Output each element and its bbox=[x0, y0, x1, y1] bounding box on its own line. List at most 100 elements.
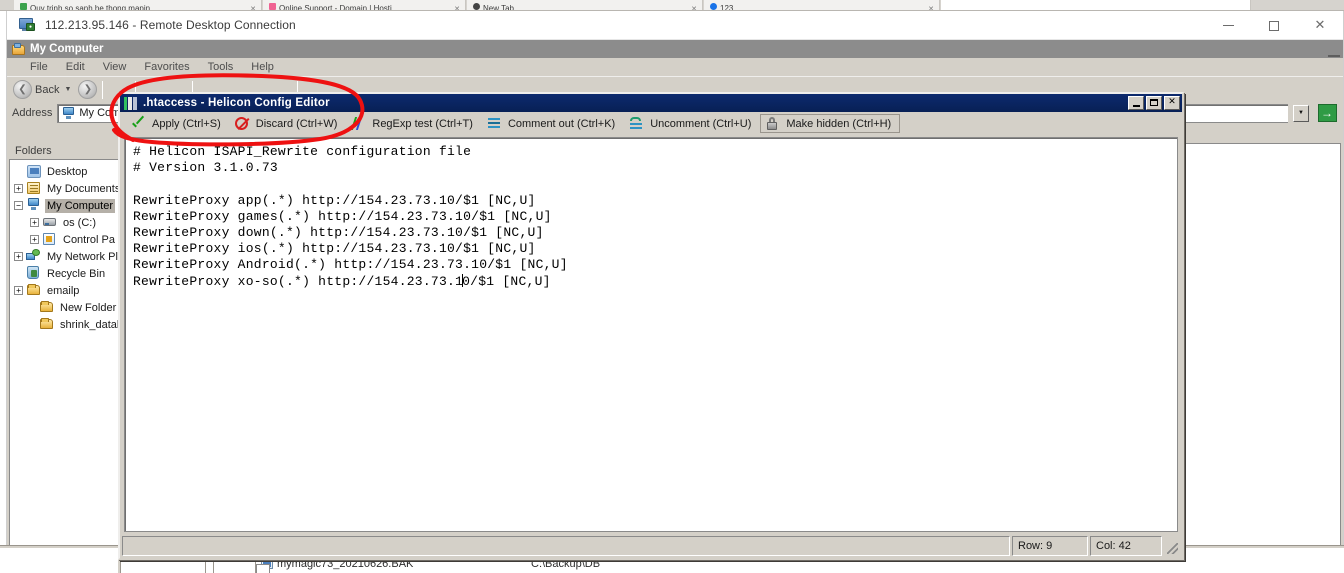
my-computer-icon bbox=[12, 42, 26, 56]
my-computer-icon bbox=[26, 198, 42, 213]
helicon-statusbar: Row: 9 Col: 42 bbox=[122, 536, 1180, 556]
code-line: RewriteProxy app(.*) http://154.23.73.10… bbox=[133, 192, 536, 208]
recycle-bin-icon bbox=[26, 266, 42, 281]
code-text-after-caret: 0/$1 [NC,U] bbox=[462, 273, 551, 289]
folder-icon bbox=[39, 317, 55, 332]
minimize-icon bbox=[1222, 25, 1234, 26]
browser-tab-2[interactable]: New Tab ✕ bbox=[467, 0, 703, 10]
browser-tab-label: Quy trinh so sanh he thong mapin bbox=[30, 4, 151, 11]
regexp-icon bbox=[350, 116, 366, 131]
browser-tab-3[interactable]: 123 ✕ bbox=[704, 0, 940, 11]
menu-item-view[interactable]: View bbox=[94, 60, 136, 74]
tree-item-desktop[interactable]: Desktop bbox=[10, 163, 135, 180]
tree-item-new-folder[interactable]: New Folder bbox=[10, 299, 135, 316]
comment-out-button-label: Comment out (Ctrl+K) bbox=[507, 117, 616, 130]
rdp-maximize-button[interactable] bbox=[1251, 11, 1297, 40]
tree-item-emailp[interactable]: + emailp bbox=[10, 282, 135, 299]
close-icon: ✕ bbox=[1168, 97, 1176, 107]
explorer-menubar: File Edit View Favorites Tools Help bbox=[7, 58, 1343, 76]
menu-item-edit[interactable]: Edit bbox=[57, 60, 94, 74]
helicon-maximize-button[interactable] bbox=[1146, 96, 1162, 110]
remote-desktop-icon: ● bbox=[19, 17, 36, 33]
tree-item-os-c[interactable]: + os (C:) bbox=[10, 214, 135, 231]
browser-tab-0[interactable]: Quy trinh so sanh he thong mapin ✕ bbox=[14, 0, 262, 11]
browser-tab-1[interactable]: Online Support - Domain | Hosti ✕ bbox=[263, 0, 466, 10]
code-line-with-caret: RewriteProxy xo-so(.*) http://154.23.73.… bbox=[133, 273, 1177, 290]
maximize-icon bbox=[1150, 99, 1158, 106]
code-editor[interactable]: # Helicon ISAPI_Rewrite configuration fi… bbox=[124, 137, 1178, 532]
browser-tab-4[interactable] bbox=[941, 0, 1251, 10]
helicon-titlebar[interactable]: .htaccess - Helicon Config Editor ✕ bbox=[120, 94, 1182, 112]
comment-out-button[interactable]: Comment out (Ctrl+K) bbox=[482, 114, 624, 133]
expander-plus-icon[interactable]: + bbox=[14, 286, 23, 295]
comment-out-icon bbox=[486, 116, 502, 131]
browser-tab-label: 123 bbox=[720, 4, 734, 11]
folder-icon bbox=[39, 300, 55, 315]
tree-item-recycle-bin[interactable]: Recycle Bin bbox=[10, 265, 135, 282]
address-label: Address bbox=[12, 107, 53, 119]
regexp-test-button[interactable]: RegExp test (Ctrl+T) bbox=[346, 114, 482, 133]
resize-grip[interactable] bbox=[1164, 536, 1180, 556]
favicon-icon bbox=[20, 3, 27, 10]
make-hidden-button[interactable]: Make hidden (Ctrl+H) bbox=[760, 114, 901, 133]
drive-icon bbox=[42, 215, 58, 230]
discard-button[interactable]: Discard (Ctrl+W) bbox=[230, 114, 347, 133]
tree-item-control-panel[interactable]: + Control Pa bbox=[10, 231, 135, 248]
apply-button[interactable]: Apply (Ctrl+S) bbox=[126, 114, 230, 133]
discard-icon bbox=[234, 116, 250, 131]
expander-plus-icon[interactable]: + bbox=[14, 252, 23, 261]
menu-item-help[interactable]: Help bbox=[242, 60, 283, 74]
control-panel-icon bbox=[42, 232, 58, 247]
code-text-before-caret: RewriteProxy xo-so(.*) http://154.23.73.… bbox=[133, 273, 464, 289]
explorer-titlebar[interactable]: My Computer bbox=[7, 40, 1343, 58]
favicon-icon bbox=[710, 3, 717, 10]
my-computer-icon bbox=[61, 106, 75, 120]
uncomment-button[interactable]: Uncomment (Ctrl+U) bbox=[624, 114, 760, 133]
menu-item-file[interactable]: File bbox=[21, 60, 57, 74]
expander-minus-icon[interactable]: − bbox=[14, 201, 23, 210]
tree-item-my-documents[interactable]: + My Documents bbox=[10, 180, 135, 197]
documents-icon bbox=[26, 181, 42, 196]
folder-icon bbox=[26, 283, 42, 298]
favicon-icon bbox=[269, 3, 276, 10]
menu-item-favorites[interactable]: Favorites bbox=[135, 60, 198, 74]
helicon-close-button[interactable]: ✕ bbox=[1164, 96, 1180, 110]
code-line: RewriteProxy ios(.*) http://154.23.73.10… bbox=[133, 241, 536, 257]
explorer-window-title: My Computer bbox=[30, 43, 104, 55]
toolbar-separator bbox=[102, 80, 104, 99]
helicon-toolbar: Apply (Ctrl+S) Discard (Ctrl+W) RegExp t… bbox=[120, 112, 1182, 135]
file-icon bbox=[256, 564, 270, 573]
expander-plus-icon[interactable]: + bbox=[30, 218, 39, 227]
code-line: # Helicon ISAPI_Rewrite configuration fi… bbox=[133, 144, 472, 159]
expander-plus-icon[interactable]: + bbox=[14, 184, 23, 193]
back-button[interactable]: ❮ Back ▼ bbox=[11, 78, 76, 101]
rdp-minimize-button[interactable] bbox=[1205, 11, 1251, 40]
make-hidden-button-label: Make hidden (Ctrl+H) bbox=[786, 117, 892, 130]
tree-item-my-network-places[interactable]: + My Network Pl bbox=[10, 248, 135, 265]
go-button[interactable]: → bbox=[1316, 103, 1338, 123]
helicon-minimize-button[interactable] bbox=[1128, 96, 1144, 110]
tree-item-shrink-database[interactable]: shrink_databa bbox=[10, 316, 135, 333]
explorer-minimize-button[interactable] bbox=[1328, 54, 1340, 57]
folder-tree[interactable]: Desktop + My Documents − My Computer + o… bbox=[9, 159, 136, 570]
code-line: RewriteProxy down(.*) http://154.23.73.1… bbox=[133, 225, 544, 241]
tree-item-my-computer[interactable]: − My Computer bbox=[10, 197, 135, 214]
helicon-window-controls: ✕ bbox=[1128, 96, 1180, 110]
tree-item-label: emailp bbox=[47, 284, 80, 297]
discard-button-label: Discard (Ctrl+W) bbox=[255, 117, 338, 130]
menu-item-tools[interactable]: Tools bbox=[199, 60, 243, 74]
back-arrow-icon: ❮ bbox=[13, 80, 32, 99]
tree-item-label: My Computer bbox=[45, 198, 116, 213]
rdp-titlebar[interactable]: ● 112.213.95.146 - Remote Desktop Connec… bbox=[7, 11, 1343, 40]
apply-button-label: Apply (Ctrl+S) bbox=[152, 117, 221, 130]
expander-plus-icon[interactable]: + bbox=[30, 235, 39, 244]
forward-arrow-icon[interactable]: ❯ bbox=[78, 80, 98, 99]
lock-icon bbox=[764, 116, 780, 131]
tree-item-label: Recycle Bin bbox=[47, 267, 106, 280]
chevron-down-icon[interactable]: ▼ bbox=[64, 86, 71, 93]
status-row: Row: 9 bbox=[1012, 536, 1088, 556]
rdp-close-button[interactable]: ✕ bbox=[1297, 11, 1343, 40]
regexp-test-button-label: RegExp test (Ctrl+T) bbox=[372, 117, 473, 130]
address-dropdown-button[interactable]: ▼ bbox=[1293, 104, 1309, 122]
